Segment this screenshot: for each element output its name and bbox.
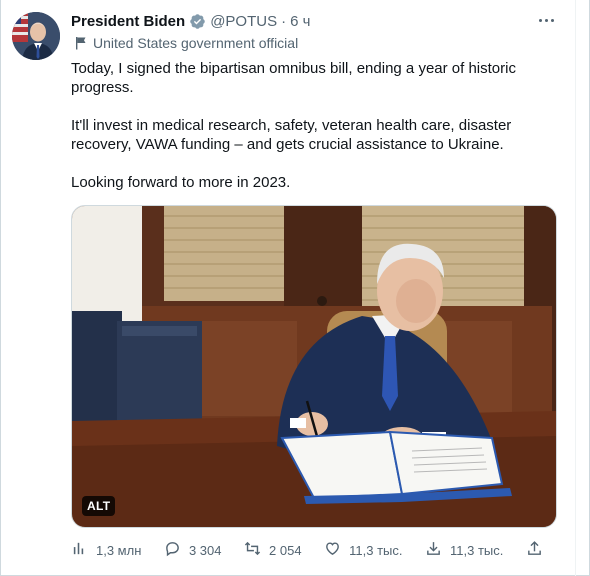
author-handle[interactable]: @POTUS [210, 13, 277, 30]
bookmark-button[interactable]: 11,3 тыс. [425, 540, 503, 560]
tweet-text: Today, I signed the bipartisan omnibus b… [71, 59, 541, 192]
views-button[interactable]: 1,3 млн [71, 540, 141, 560]
reply-icon [164, 540, 181, 560]
bookmark-count: 11,3 тыс. [450, 542, 504, 558]
tweet-paragraph: Today, I signed the bipartisan omnibus b… [71, 60, 516, 96]
share-button[interactable] [526, 540, 543, 560]
views-count: 1,3 млн [96, 542, 142, 558]
affiliation-label: United States government official [75, 35, 298, 51]
views-icon [71, 540, 88, 560]
timestamp[interactable]: 6 ч [290, 13, 310, 30]
reply-button[interactable]: 3 304 [164, 540, 222, 560]
flag-icon [75, 36, 87, 50]
avatar[interactable] [12, 12, 60, 60]
retweet-count: 2 054 [269, 542, 302, 558]
like-button[interactable]: 11,3 тыс. [324, 540, 402, 560]
tweet-paragraph: It'll invest in medical research, safety… [71, 117, 512, 153]
like-count: 11,3 тыс. [349, 542, 403, 558]
tweet-image[interactable]: ALT [71, 205, 557, 528]
affiliation-text: United States government official [93, 35, 299, 51]
like-icon [324, 540, 341, 560]
divider [575, 0, 576, 576]
action-bar: 1,3 млн 3 304 2 054 11,3 тыс. 11,3 тыс. [71, 540, 543, 560]
retweet-button[interactable]: 2 054 [244, 540, 302, 560]
photo-biden-signing [72, 206, 556, 527]
tweet-paragraph: Looking forward to more in 2023. [71, 174, 291, 191]
author-name[interactable]: President Biden [71, 13, 185, 30]
share-icon [526, 540, 543, 560]
avatar-photo [12, 12, 60, 60]
verified-badge-icon[interactable] [189, 13, 206, 30]
retweet-icon [244, 540, 261, 560]
separator: · [281, 12, 287, 30]
bookmark-icon [425, 540, 442, 560]
tweet-header: President Biden @POTUS · 6 ч [71, 11, 310, 31]
reply-count: 3 304 [188, 542, 222, 558]
alt-badge[interactable]: ALT [82, 496, 116, 516]
more-icon[interactable] [536, 12, 556, 28]
